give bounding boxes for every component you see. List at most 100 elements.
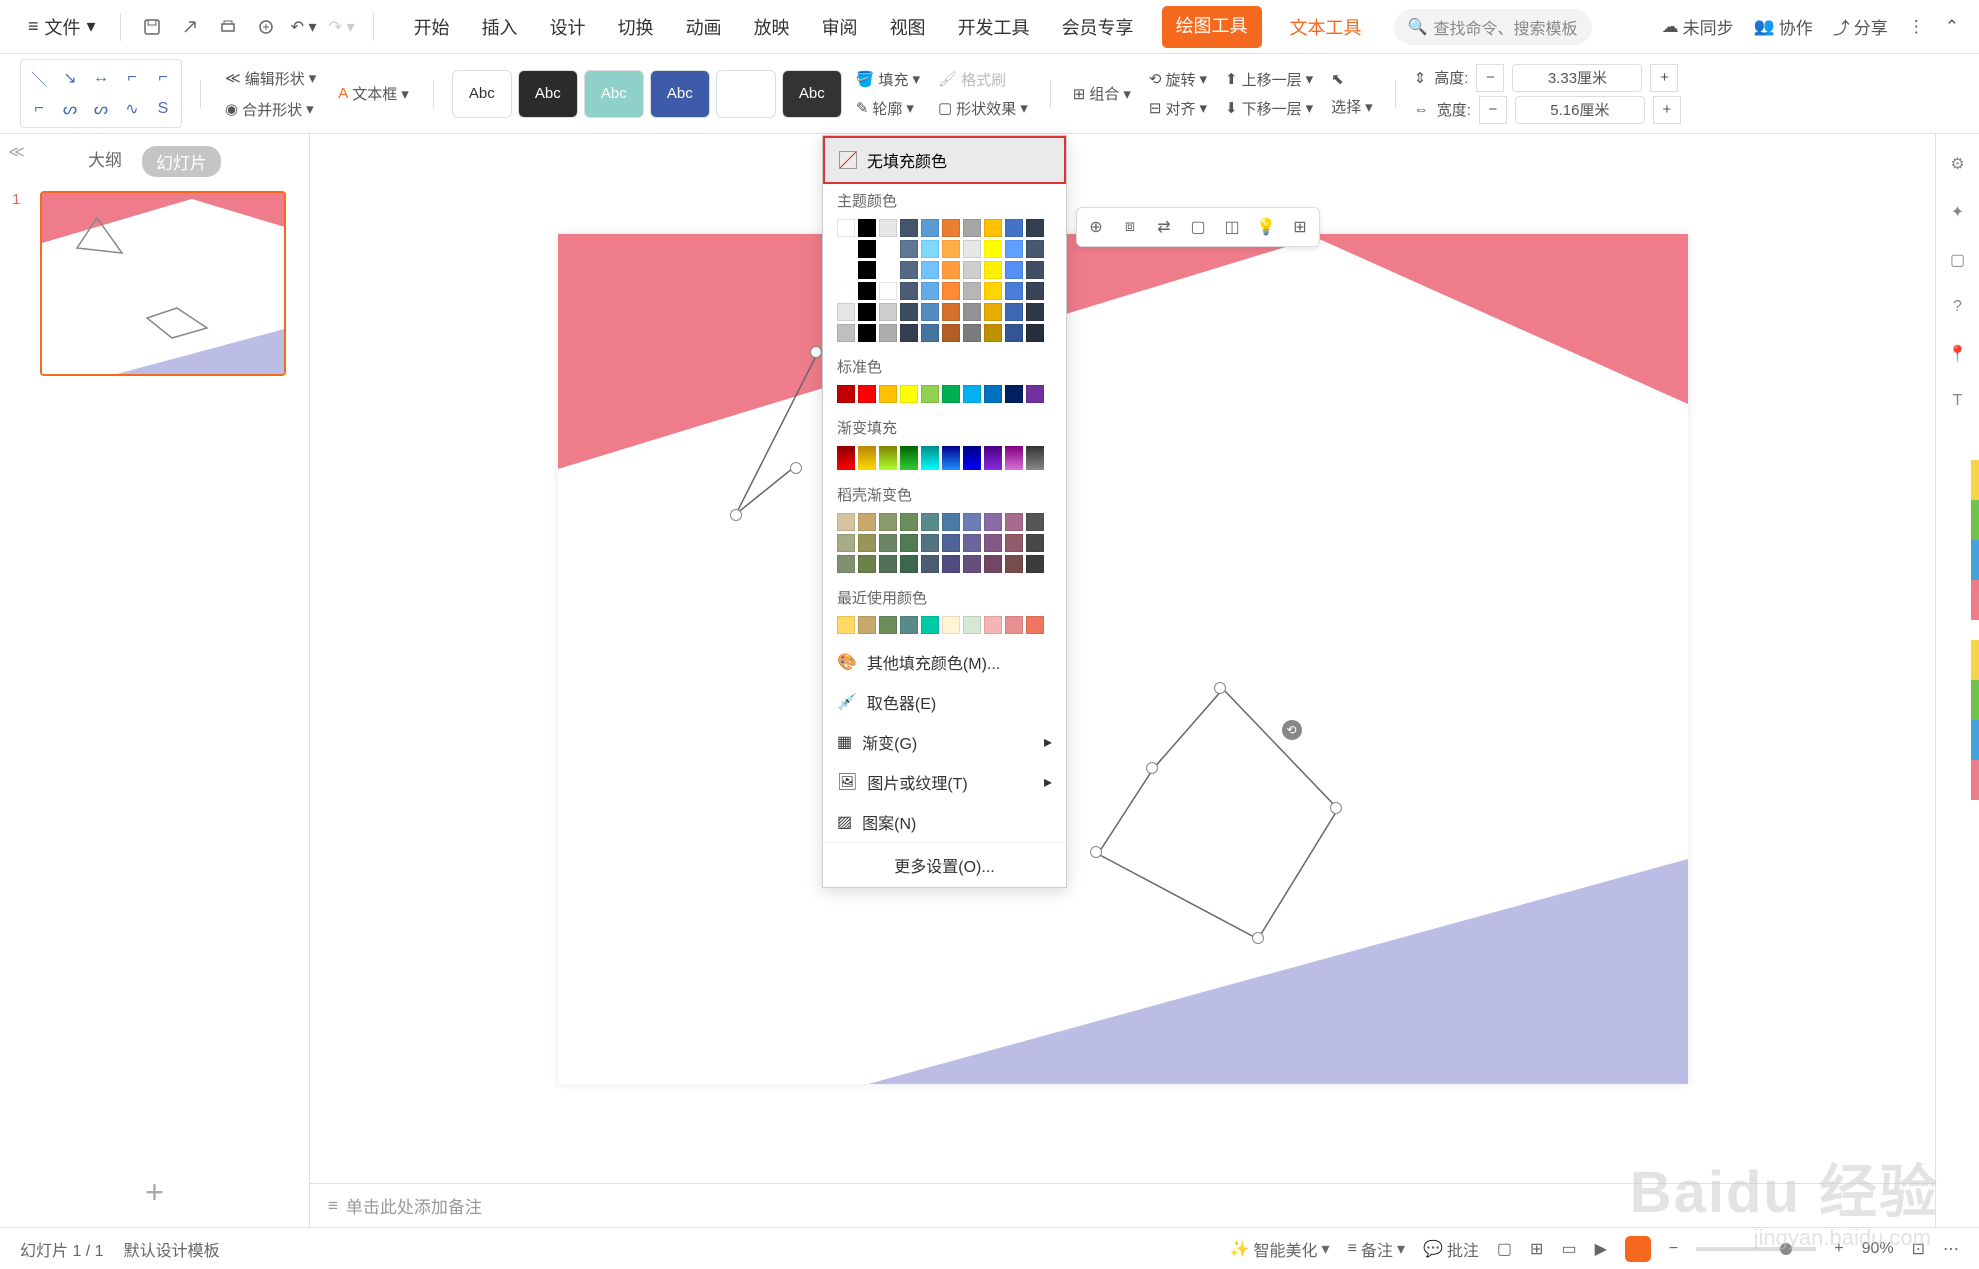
color-swatch[interactable]	[1026, 261, 1044, 279]
line-shape[interactable]: ᔕ	[56, 95, 84, 123]
selection-handle[interactable]	[730, 509, 742, 521]
color-swatch[interactable]	[837, 303, 855, 321]
color-swatch[interactable]	[963, 616, 981, 634]
no-fill-option[interactable]: 无填充颜色	[823, 136, 1066, 184]
collapse-ribbon-icon[interactable]: ⌃	[1945, 17, 1959, 37]
preview-icon[interactable]	[251, 12, 281, 42]
tab-drawing-tools[interactable]: 绘图工具	[1162, 6, 1262, 48]
eyedropper-option[interactable]: 💉取色器(E)	[823, 682, 1066, 722]
color-swatch[interactable]	[963, 555, 981, 573]
notes-toggle[interactable]: ≡备注▾	[1348, 1237, 1405, 1261]
color-swatch[interactable]	[942, 219, 960, 237]
color-swatch[interactable]	[1026, 240, 1044, 258]
selection-handle[interactable]	[1146, 762, 1158, 774]
shape-styles-gallery[interactable]: Abc Abc Abc Abc Abc Abc	[452, 70, 842, 118]
tab-member[interactable]: 会员专享	[1058, 6, 1138, 48]
tab-insert[interactable]: 插入	[478, 6, 522, 48]
color-swatch[interactable]	[1005, 616, 1023, 634]
height-input[interactable]: 3.33厘米	[1512, 64, 1642, 92]
shape-effect-button[interactable]: ▢形状效果▾	[934, 96, 1032, 121]
view-grid-icon[interactable]: ⊞	[1530, 1239, 1543, 1259]
view-reading-icon[interactable]: ▭	[1561, 1239, 1576, 1259]
line-shape[interactable]: ↘	[56, 64, 84, 92]
gradient-swatch[interactable]	[921, 446, 939, 470]
color-swatch[interactable]	[942, 303, 960, 321]
search-box[interactable]: 🔍 查找命令、搜索模板	[1394, 9, 1592, 45]
tab-transition[interactable]: 切换	[614, 6, 658, 48]
line-shape[interactable]: ↔	[87, 64, 115, 92]
style-preset[interactable]: Abc	[782, 70, 842, 118]
selection-handle[interactable]	[790, 462, 802, 474]
color-swatch[interactable]	[879, 261, 897, 279]
style-preset[interactable]: Abc	[650, 70, 710, 118]
color-swatch[interactable]	[900, 261, 918, 279]
color-swatch[interactable]	[1026, 282, 1044, 300]
color-swatch[interactable]	[1005, 555, 1023, 573]
color-swatch[interactable]	[858, 555, 876, 573]
color-swatch[interactable]	[1005, 240, 1023, 258]
color-swatch[interactable]	[879, 616, 897, 634]
color-swatch[interactable]	[1005, 513, 1023, 531]
sparkle-icon[interactable]: ✦	[1951, 202, 1964, 222]
width-input[interactable]: 5.16厘米	[1515, 96, 1645, 124]
collapse-sidebar-icon[interactable]: ≪	[8, 142, 25, 162]
color-swatch[interactable]	[1026, 385, 1044, 403]
rotate-handle[interactable]: ⟲	[1282, 720, 1302, 740]
more-icon[interactable]: ⋯	[1943, 1239, 1959, 1259]
color-swatch[interactable]	[942, 261, 960, 279]
line-shape[interactable]: ＼	[25, 64, 53, 92]
color-swatch[interactable]	[963, 385, 981, 403]
selection-handle[interactable]	[1330, 802, 1342, 814]
combine-icon[interactable]: ◫	[1217, 212, 1247, 242]
fit-icon[interactable]: ⊡	[1912, 1239, 1925, 1259]
selection-handle[interactable]	[810, 346, 822, 358]
up-layer-button[interactable]: ⬆上移一层▾	[1221, 67, 1317, 92]
wps-logo-icon[interactable]	[1625, 1236, 1651, 1262]
tab-design[interactable]: 设计	[546, 6, 590, 48]
style-preset[interactable]: Abc	[584, 70, 644, 118]
gradient-swatch[interactable]	[1026, 446, 1044, 470]
smart-beautify-button[interactable]: ✨智能美化▾	[1230, 1237, 1330, 1261]
tab-outline[interactable]: 大纲	[88, 146, 122, 177]
color-swatch[interactable]	[879, 324, 897, 342]
color-swatch[interactable]	[1005, 261, 1023, 279]
flip-icon[interactable]: ⇄	[1149, 212, 1179, 242]
color-swatch[interactable]	[837, 219, 855, 237]
bulb-icon[interactable]: 💡	[1251, 212, 1281, 242]
color-swatch[interactable]	[1026, 534, 1044, 552]
color-swatch[interactable]	[963, 240, 981, 258]
selection-handle[interactable]	[1252, 932, 1264, 944]
color-swatch[interactable]	[879, 240, 897, 258]
slide-canvas[interactable]: ⟲	[310, 134, 1935, 1183]
color-swatch[interactable]	[858, 385, 876, 403]
slide-thumbnail[interactable]	[40, 191, 286, 376]
color-swatch[interactable]	[837, 555, 855, 573]
select-button[interactable]: ⬉	[1327, 68, 1377, 90]
color-swatch[interactable]	[942, 385, 960, 403]
line-shapes-gallery[interactable]: ＼ ↘ ↔ ⌐ ⌐ ⌐ ᔕ ᔕ ∿ S	[20, 59, 182, 128]
color-swatch[interactable]	[1005, 385, 1023, 403]
undo-icon[interactable]: ↶ ▾	[289, 12, 319, 42]
view-slideshow-icon[interactable]: ▶	[1595, 1239, 1607, 1259]
color-swatch[interactable]	[984, 240, 1002, 258]
color-swatch[interactable]	[879, 534, 897, 552]
format-painter-button[interactable]: 🖌格式刷	[934, 67, 1032, 92]
color-swatch[interactable]	[879, 555, 897, 573]
textbox-button[interactable]: A文本框▾	[332, 81, 415, 106]
color-swatch[interactable]	[984, 385, 1002, 403]
share-button[interactable]: ⤴分享	[1833, 14, 1888, 39]
sync-button[interactable]: ☁未同步	[1662, 14, 1734, 39]
increment-button[interactable]: +	[1650, 64, 1678, 92]
increment-button[interactable]: +	[1653, 96, 1681, 124]
color-swatch[interactable]	[858, 616, 876, 634]
color-swatch[interactable]	[921, 385, 939, 403]
more-icon[interactable]: ⋮	[1908, 17, 1925, 37]
color-swatch[interactable]	[942, 616, 960, 634]
color-swatch[interactable]	[942, 555, 960, 573]
selection-handle[interactable]	[1214, 682, 1226, 694]
color-swatch[interactable]	[963, 303, 981, 321]
group-icon[interactable]: ▢	[1183, 212, 1213, 242]
color-swatch[interactable]	[984, 282, 1002, 300]
color-swatch[interactable]	[963, 513, 981, 531]
color-swatch[interactable]	[921, 303, 939, 321]
